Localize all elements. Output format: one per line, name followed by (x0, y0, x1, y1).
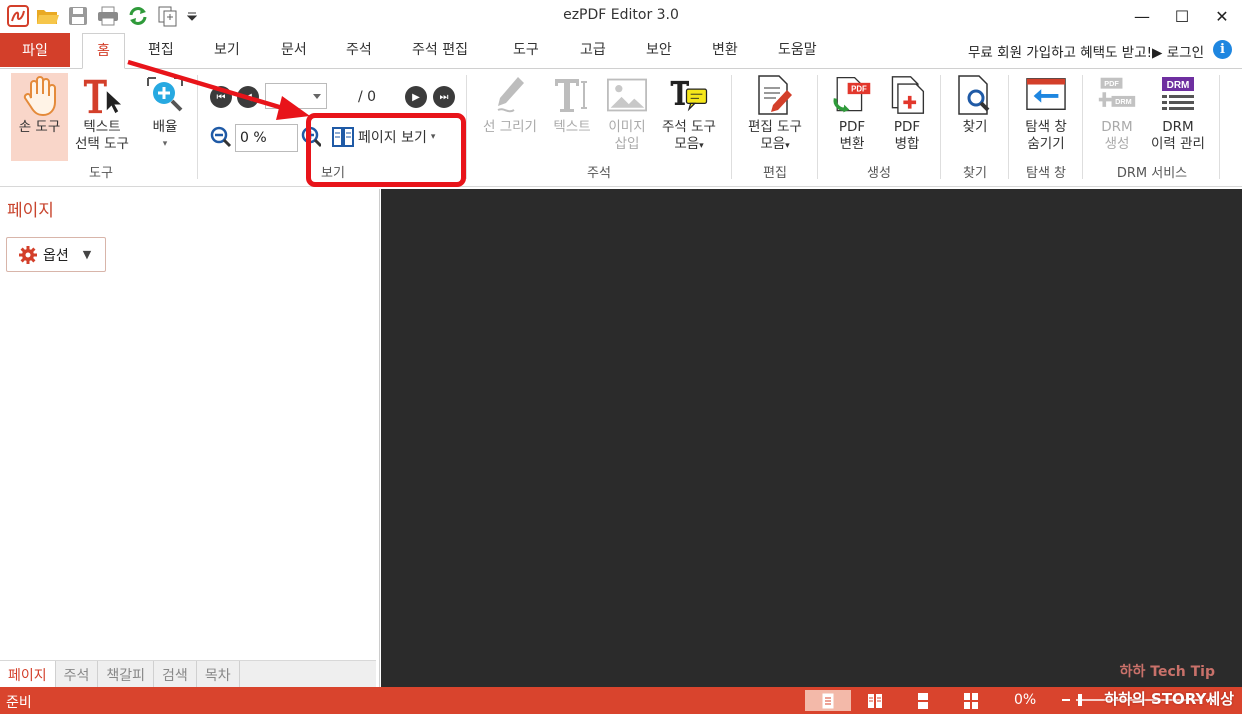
options-label: 옵션 (43, 247, 69, 264)
watermark-story: 하하의 STORY세상 (1104, 690, 1234, 708)
panel-tab-toc[interactable]: 목차 (197, 661, 240, 687)
app-window: ezPDF Editor 3.0 — ☐ ✕ 파일 홈 편집 보기 문서 주석 … (0, 0, 1242, 714)
panel-tab-pages[interactable]: 페이지 (0, 661, 56, 687)
status-bar: 준비 0% 하하의 STORY세상 (0, 687, 1242, 714)
navigation-pane: 페이지 옵션 ▼ 페이지 주석 책갈피 검색 목차 (0, 189, 380, 687)
gear-icon (19, 245, 37, 264)
chevron-down-icon: ▼ (82, 248, 92, 261)
options-button[interactable]: 옵션 ▼ (6, 237, 106, 272)
panel-tabs: 페이지 주석 책갈피 검색 목차 (0, 660, 376, 687)
panel-title: 페이지 (7, 201, 54, 221)
watermark-text: 하하 Tech Tip (1119, 664, 1215, 680)
document-view[interactable]: 하하 Tech Tip (381, 189, 1242, 687)
zoom-percentage: 0% (1014, 692, 1037, 708)
continuous-icon[interactable] (900, 690, 946, 711)
status-text: 준비 (6, 695, 32, 711)
single-page-icon[interactable] (805, 690, 851, 711)
two-page-icon[interactable] (852, 690, 898, 711)
panel-tab-search[interactable]: 검색 (154, 661, 197, 687)
continuous-two-page-icon[interactable] (948, 690, 994, 711)
panel-tab-bookmarks[interactable]: 책갈피 (98, 661, 155, 687)
panel-tab-annotations[interactable]: 주석 (56, 661, 99, 687)
